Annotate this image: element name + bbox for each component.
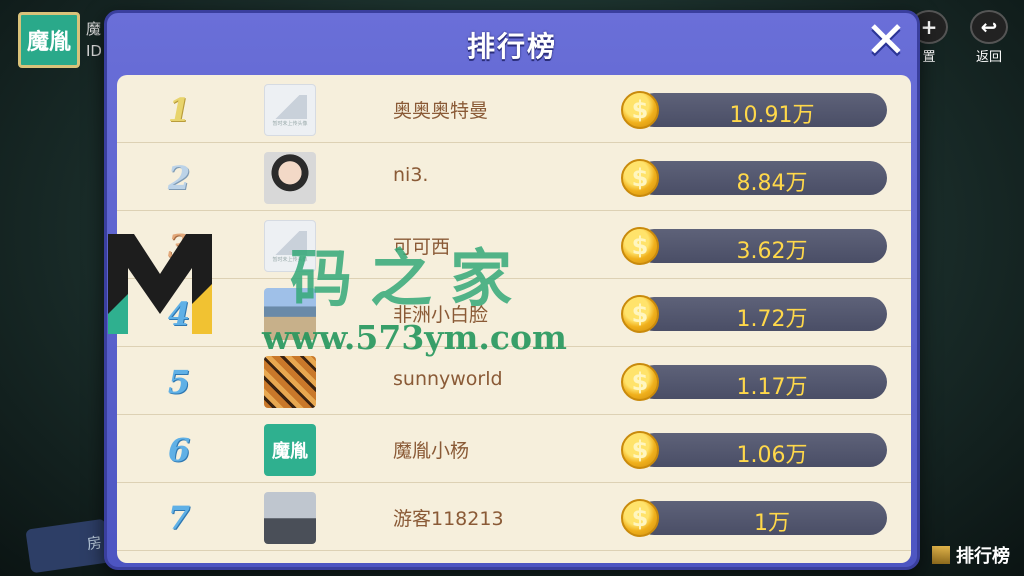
score-value: 1万 bbox=[754, 511, 790, 536]
room-button[interactable]: 房 bbox=[25, 518, 111, 574]
avatar bbox=[264, 356, 316, 408]
leaderboard-row: 1 暂时未上传头像 奥奥奥特曼 $ 10.91万 bbox=[117, 75, 911, 143]
player-avatar[interactable]: 魔胤 bbox=[18, 12, 80, 68]
score-value: 1.06万 bbox=[736, 443, 808, 468]
modal-title: 排行榜 bbox=[466, 30, 557, 63]
coin-icon: $ bbox=[621, 91, 659, 129]
leaderboard-row: 2 ni3. $ 8.84万 bbox=[117, 143, 911, 211]
rank-number: 5 bbox=[167, 363, 191, 401]
back-arrow-icon: ↩ bbox=[970, 10, 1008, 44]
player-name: 魔胤小杨 bbox=[393, 440, 470, 462]
close-button[interactable]: ✕ bbox=[861, 15, 911, 67]
player-id: ID bbox=[86, 42, 102, 60]
score-value: 1.72万 bbox=[736, 307, 808, 332]
watermark-text: 码之家 bbox=[290, 242, 531, 315]
back-button[interactable]: ↩ 返回 bbox=[966, 10, 1012, 65]
player-name: 奥奥奥特曼 bbox=[393, 100, 489, 122]
watermark-url: www.573ym.com bbox=[262, 318, 567, 357]
rank-number: 2 bbox=[167, 159, 191, 197]
score-value: 3.62万 bbox=[736, 239, 808, 264]
player-info: 魔胤 魔 ID bbox=[18, 12, 102, 68]
player-name: 魔 bbox=[86, 20, 102, 38]
coin-icon: $ bbox=[621, 431, 659, 469]
score-value: 10.91万 bbox=[729, 103, 815, 128]
player-name: ni3. bbox=[393, 164, 429, 186]
rank-number: 6 bbox=[167, 431, 191, 469]
avatar: 魔胤 bbox=[264, 424, 316, 476]
coin-icon: $ bbox=[621, 499, 659, 537]
rank-number: 7 bbox=[167, 499, 191, 537]
avatar bbox=[264, 492, 316, 544]
score-value: 8.84万 bbox=[736, 171, 808, 196]
coin-icon: $ bbox=[621, 363, 659, 401]
top-right-buttons: + 置 ↩ 返回 bbox=[906, 10, 1012, 65]
rank-number: 1 bbox=[167, 91, 191, 129]
score-value: 1.17万 bbox=[736, 375, 808, 400]
image-placeholder-icon bbox=[273, 95, 307, 119]
leaderboard-icon bbox=[932, 546, 950, 564]
coin-icon: $ bbox=[621, 159, 659, 197]
watermark-logo-icon bbox=[108, 234, 212, 334]
coin-icon: $ bbox=[621, 227, 659, 265]
avatar bbox=[264, 152, 316, 204]
avatar: 暂时未上传头像 bbox=[264, 84, 316, 136]
leaderboard-button[interactable]: 排行榜 bbox=[932, 542, 1010, 568]
leaderboard-row: 6 魔胤 魔胤小杨 $ 1.06万 bbox=[117, 415, 911, 483]
leaderboard-row: 5 sunnyworld $ 1.17万 bbox=[117, 347, 911, 415]
leaderboard-row: 7 游客118213 $ 1万 bbox=[117, 483, 911, 551]
player-name: sunnyworld bbox=[393, 368, 503, 390]
coin-icon: $ bbox=[621, 295, 659, 333]
player-name: 游客118213 bbox=[393, 508, 504, 530]
